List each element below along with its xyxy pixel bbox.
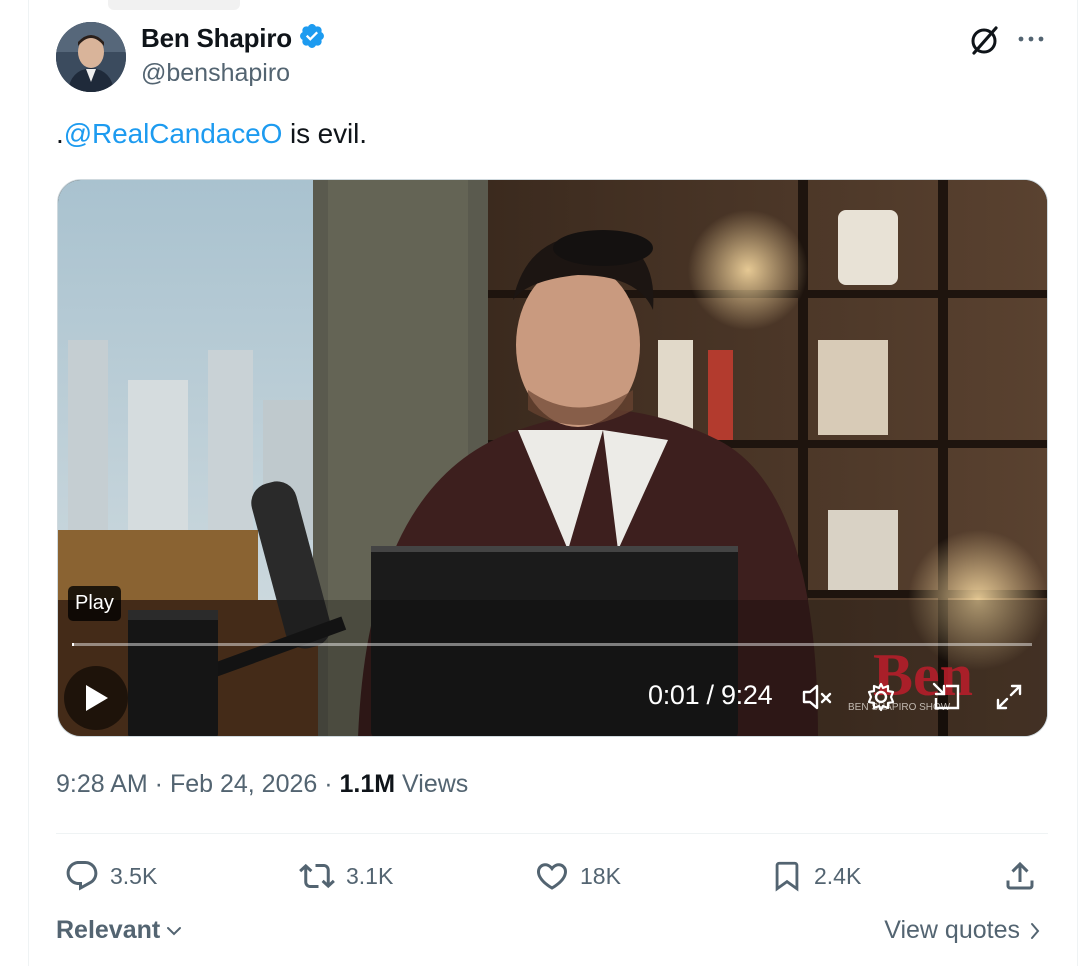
author-name[interactable]: Ben Shapiro [141, 23, 292, 54]
meta-dot: · [317, 770, 340, 798]
repost-count: 3.1K [346, 862, 394, 889]
repost-icon [299, 863, 335, 889]
repost-button[interactable]: 3.1K [298, 858, 393, 894]
sort-dropdown[interactable]: Relevant [56, 916, 184, 945]
play-icon [86, 685, 108, 711]
view-quotes-label: View quotes [884, 916, 1020, 944]
current-time: 0:01 [648, 680, 700, 710]
reply-icon [66, 861, 98, 891]
like-count: 18K [580, 862, 621, 889]
video-timecode: 0:01 / 9:24 [648, 680, 773, 711]
chevron-down-icon [167, 926, 182, 935]
tweet-date[interactable]: Feb 24, 2026 [170, 770, 317, 798]
avatar[interactable] [56, 22, 126, 92]
grok-icon[interactable] [966, 22, 1002, 58]
sort-label: Relevant [56, 916, 161, 944]
verified-badge-icon [298, 22, 326, 55]
fullscreen-icon[interactable] [992, 680, 1026, 714]
pip-icon[interactable] [930, 680, 964, 714]
play-button[interactable] [64, 666, 128, 730]
play-tooltip: Play [68, 586, 121, 621]
tweet-meta: 9:28 AM · Feb 24, 2026 · 1.1M Views [56, 770, 468, 799]
views-count: 1.1M [339, 770, 396, 798]
reply-button[interactable]: 3.5K [64, 858, 157, 894]
divider [56, 833, 1048, 834]
chevron-right-icon [1031, 922, 1040, 939]
video-progress-fill [72, 643, 74, 646]
bookmark-icon [775, 861, 799, 892]
mention-link[interactable]: @RealCandaceO [64, 118, 283, 149]
video-frame: Ben BEN SHAPIRO SHOW [58, 180, 1047, 736]
video-player[interactable]: Ben BEN SHAPIRO SHOW [57, 179, 1048, 737]
mute-icon[interactable] [800, 680, 834, 714]
bookmark-button[interactable]: 2.4K [770, 858, 861, 894]
video-progress-bar[interactable] [72, 643, 1032, 646]
reply-count: 3.5K [110, 862, 158, 889]
duration: 9:24 [720, 680, 773, 710]
bookmark-count: 2.4K [814, 862, 862, 889]
like-button[interactable]: 18K [534, 858, 621, 894]
like-icon [536, 863, 568, 890]
views-label: Views [395, 770, 469, 798]
meta-dot: · [147, 770, 170, 798]
settings-icon[interactable] [864, 680, 898, 714]
author-name-row[interactable]: Ben Shapiro [141, 22, 326, 55]
top-edge [108, 0, 240, 10]
time-separator: / [699, 680, 721, 710]
author-handle[interactable]: @benshapiro [141, 59, 290, 88]
tweet-time[interactable]: 9:28 AM [56, 770, 148, 798]
share-button[interactable] [1002, 858, 1038, 894]
tweet-body: is evil. [282, 118, 367, 149]
view-quotes-link[interactable]: View quotes [884, 916, 1042, 945]
tweet-text: .@RealCandaceO is evil. [56, 118, 367, 150]
share-icon [1006, 861, 1034, 890]
tweet-prefix: . [56, 118, 64, 149]
more-icon[interactable] [1014, 24, 1048, 54]
